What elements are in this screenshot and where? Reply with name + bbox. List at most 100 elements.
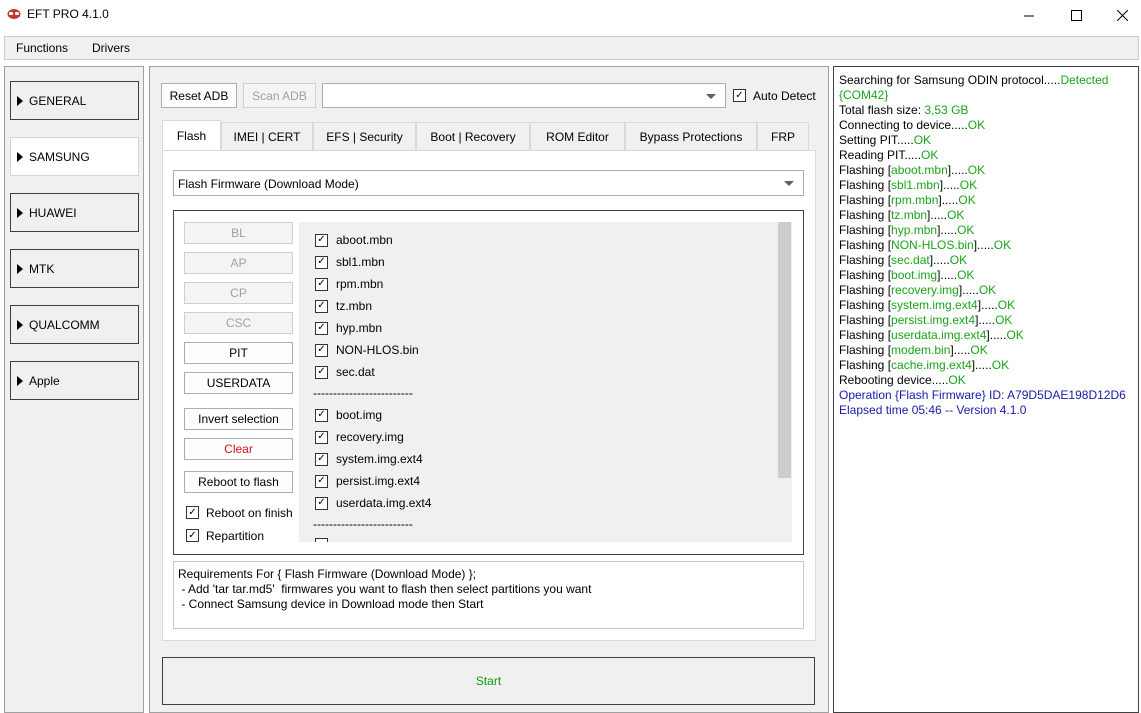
log-segment: Flashing [ bbox=[839, 298, 892, 312]
flash-mode-select[interactable]: Flash Firmware (Download Mode) bbox=[173, 170, 804, 196]
category-qualcomm-button[interactable]: QUALCOMM bbox=[10, 305, 139, 344]
partition-checkbox[interactable]: ✓ bbox=[315, 255, 328, 269]
csc-file-button[interactable]: CSC bbox=[184, 312, 293, 334]
partition-item[interactable]: ✓ hyp.mbn bbox=[315, 321, 382, 335]
log-line: Flashing [sec.dat].....OK bbox=[839, 253, 1133, 268]
partition-item[interactable]: ✓ sbl1.mbn bbox=[315, 255, 385, 269]
partition-item[interactable]: ✓ NON-HLOS.bin bbox=[315, 343, 419, 357]
log-segment: Operation {Flash Firmware} ID: A79D5DAE1… bbox=[839, 388, 1126, 402]
auto-detect-label: Auto Detect bbox=[753, 89, 816, 103]
start-button[interactable]: Start bbox=[162, 657, 815, 705]
log-line: Flashing [NON-HLOS.bin].....OK bbox=[839, 238, 1133, 253]
log-segment: ]..... bbox=[937, 268, 958, 282]
partition-item[interactable]: ✓ boot.img bbox=[315, 408, 382, 422]
partition-name: tz.mbn bbox=[336, 299, 373, 313]
partition-checkbox[interactable]: ✓ bbox=[315, 430, 328, 444]
category-apple-button[interactable]: Apple bbox=[10, 361, 139, 400]
tab-frp[interactable]: FRP bbox=[757, 122, 809, 151]
log-segment: {COM42} bbox=[839, 88, 889, 102]
tab-rom-editor[interactable]: ROM Editor bbox=[530, 122, 625, 151]
close-icon bbox=[1116, 9, 1128, 21]
partition-checkbox[interactable] bbox=[315, 538, 328, 542]
tab-imei-cert[interactable]: IMEI | CERT bbox=[221, 122, 313, 151]
log-segment: OK bbox=[921, 148, 939, 162]
invert-selection-button[interactable]: Invert selection bbox=[184, 408, 293, 430]
partition-checkbox[interactable]: ✓ bbox=[315, 277, 328, 291]
category-sidebar: GENERAL SAMSUNG HUAWEI MTK QUALCOMM Appl… bbox=[4, 66, 144, 713]
partition-checkbox[interactable]: ✓ bbox=[315, 365, 328, 379]
category-samsung-button[interactable]: SAMSUNG bbox=[10, 137, 139, 176]
log-line: Operation {Flash Firmware} ID: A79D5DAE1… bbox=[839, 388, 1133, 403]
title-bar: EFT PRO 4.1.0 bbox=[0, 0, 1141, 30]
reboot-to-flash-button[interactable]: Reboot to flash bbox=[184, 471, 293, 493]
close-window-button[interactable] bbox=[1099, 0, 1141, 30]
partition-checkbox[interactable]: ✓ bbox=[315, 408, 328, 422]
log-segment: Flashing [ bbox=[839, 328, 892, 342]
partition-checkbox[interactable]: ✓ bbox=[315, 343, 328, 357]
partition-name: rpm.mbn bbox=[336, 277, 384, 291]
partition-item[interactable]: ✓ tz.mbn bbox=[315, 299, 372, 313]
partition-checkbox[interactable]: ✓ bbox=[315, 299, 328, 313]
partition-item-partial[interactable] bbox=[315, 538, 328, 542]
expand-arrow-icon bbox=[17, 375, 23, 386]
tab-bypass-protections[interactable]: Bypass Protections bbox=[625, 122, 757, 151]
reboot-on-finish-checkbox[interactable]: ✓ bbox=[186, 506, 199, 519]
clear-button[interactable]: Clear bbox=[184, 438, 293, 460]
cp-file-button[interactable]: CP bbox=[184, 282, 293, 304]
app-logo-icon bbox=[7, 9, 21, 19]
partition-item[interactable]: ✓ aboot.mbn bbox=[315, 233, 393, 247]
category-huawei-button[interactable]: HUAWEI bbox=[10, 193, 139, 232]
partition-name: NON-HLOS.bin bbox=[336, 343, 419, 357]
log-segment: Flashing [ bbox=[839, 313, 892, 327]
scrollbar-thumb[interactable] bbox=[778, 222, 791, 478]
log-segment: Elapsed time 05:46 -- Version 4.1.0 bbox=[839, 403, 1027, 417]
category-mtk-button[interactable]: MTK bbox=[10, 249, 139, 288]
partition-list[interactable]: ✓ aboot.mbn ✓ sbl1.mbn ✓ rpm.mbn ✓ tz.mbn ✓ h… bbox=[299, 222, 779, 542]
log-segment: Flashing [ bbox=[839, 193, 892, 207]
userdata-file-button[interactable]: USERDATA bbox=[184, 372, 293, 394]
scan-adb-button[interactable]: Scan ADB bbox=[243, 83, 316, 108]
partition-item[interactable]: ✓ recovery.img bbox=[315, 430, 404, 444]
log-segment: system.img.ext4 bbox=[891, 298, 978, 312]
tab-flash[interactable]: Flash bbox=[162, 120, 221, 151]
menu-functions[interactable]: Functions bbox=[16, 41, 68, 55]
log-line: Flashing [recovery.img].....OK bbox=[839, 283, 1133, 298]
partition-checkbox[interactable]: ✓ bbox=[315, 474, 328, 488]
log-segment: aboot.mbn bbox=[891, 163, 948, 177]
partition-checkbox[interactable]: ✓ bbox=[315, 321, 328, 335]
repartition-checkbox[interactable]: ✓ bbox=[186, 529, 199, 542]
partition-checkbox[interactable]: ✓ bbox=[315, 452, 328, 466]
partition-item[interactable]: ✓ rpm.mbn bbox=[315, 277, 383, 291]
partition-checkbox[interactable]: ✓ bbox=[315, 496, 328, 510]
maximize-button[interactable] bbox=[1053, 0, 1099, 30]
tab-boot-recovery[interactable]: Boot | Recovery bbox=[416, 122, 530, 151]
partition-checkbox[interactable]: ✓ bbox=[315, 233, 328, 247]
tab-efs-security[interactable]: EFS | Security bbox=[313, 122, 416, 151]
partition-item[interactable]: ✓ userdata.img.ext4 bbox=[315, 496, 431, 510]
log-segment: 3,53 GB bbox=[924, 103, 969, 117]
device-select[interactable] bbox=[322, 83, 726, 108]
category-general-button[interactable]: GENERAL bbox=[10, 81, 139, 120]
bl-file-button[interactable]: BL bbox=[184, 222, 293, 244]
partition-item[interactable]: ✓ sec.dat bbox=[315, 365, 375, 379]
minimize-icon bbox=[1023, 15, 1034, 16]
log-segment: Setting PIT..... bbox=[839, 133, 914, 147]
category-label: HUAWEI bbox=[29, 205, 77, 220]
log-segment: Connecting to device..... bbox=[839, 118, 968, 132]
log-segment: persist.img.ext4 bbox=[891, 313, 976, 327]
category-label: Apple bbox=[29, 373, 60, 388]
menu-drivers[interactable]: Drivers bbox=[92, 41, 130, 55]
reset-adb-button[interactable]: Reset ADB bbox=[161, 83, 237, 108]
requirements-title: Requirements For { Flash Firmware (Downl… bbox=[178, 567, 477, 581]
partition-separator: ------------------------- bbox=[313, 386, 413, 400]
ap-file-button[interactable]: AP bbox=[184, 252, 293, 274]
partition-item[interactable]: ✓ system.img.ext4 bbox=[315, 452, 423, 466]
log-line: Flashing [modem.bin].....OK bbox=[839, 343, 1133, 358]
partition-name: hyp.mbn bbox=[336, 321, 383, 335]
check-icon: ✓ bbox=[188, 529, 197, 541]
pit-file-button[interactable]: PIT bbox=[184, 342, 293, 364]
partition-item[interactable]: ✓ persist.img.ext4 bbox=[315, 474, 420, 488]
log-segment: hyp.mbn bbox=[891, 223, 938, 237]
minimize-button[interactable] bbox=[1006, 0, 1052, 30]
auto-detect-checkbox[interactable]: ✓ bbox=[733, 89, 746, 102]
